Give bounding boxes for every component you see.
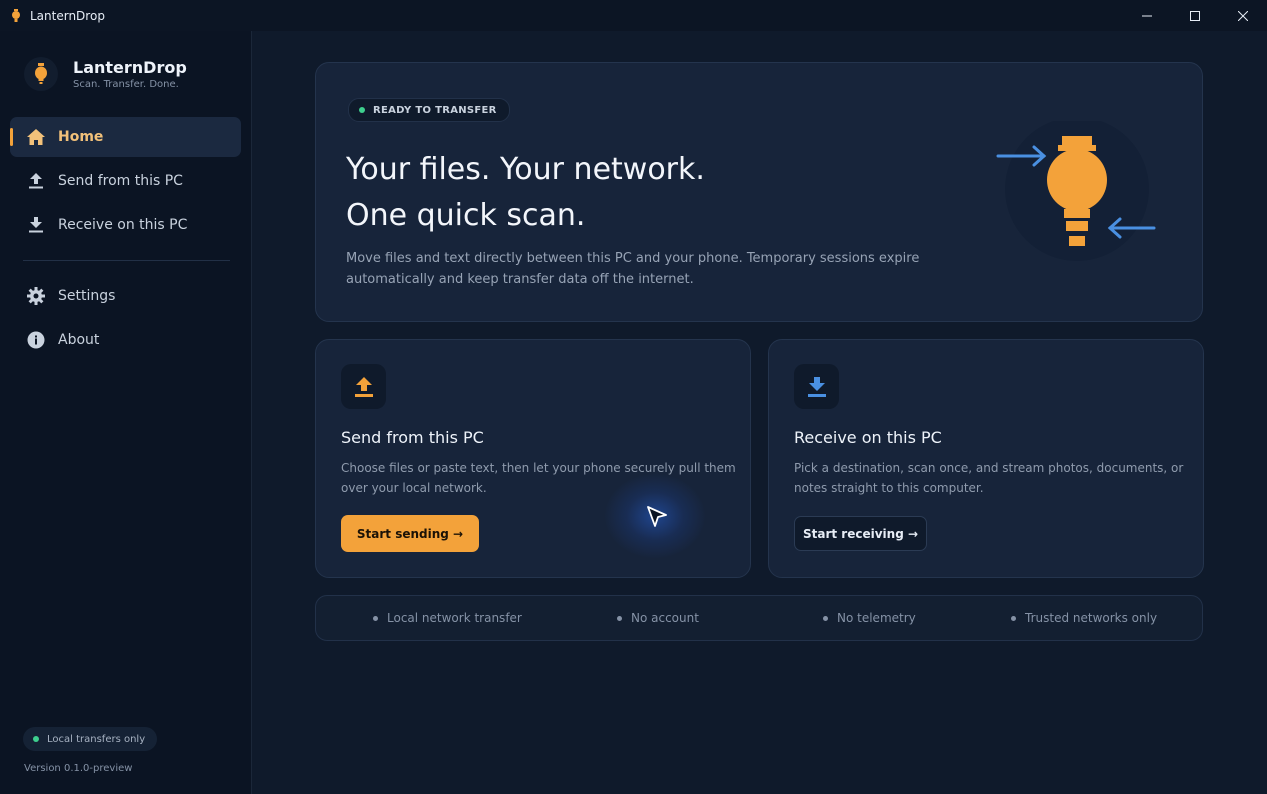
brand-tagline: Scan. Transfer. Done. <box>73 78 179 90</box>
nav-item-receive[interactable]: Receive on this PC <box>10 205 241 245</box>
receive-card-description: Pick a destination, scan once, and strea… <box>794 461 1184 495</box>
nav-label-send: Send from this PC <box>58 173 183 189</box>
start-receiving-button[interactable]: Start receiving → <box>794 516 927 551</box>
bullet-dot <box>1011 615 1016 621</box>
gear-icon <box>26 286 46 306</box>
bullet-dot <box>617 615 622 621</box>
feature-item: Trusted networks only <box>1011 596 1157 640</box>
start-sending-button[interactable]: Start sending → <box>341 515 479 552</box>
window-title: LanternDrop <box>30 8 105 23</box>
lantern-transfer-illustration <box>996 121 1156 261</box>
secondary-nav: Settings About <box>10 276 241 364</box>
download-icon <box>26 215 46 235</box>
maximize-button[interactable] <box>1171 0 1219 31</box>
feature-item: Local network transfer <box>373 596 522 640</box>
nav-label-about: About <box>58 332 100 348</box>
lantern-logo-icon <box>24 57 58 91</box>
nav-item-about[interactable]: About <box>10 320 241 360</box>
upload-icon <box>341 364 386 409</box>
feature-item: No account <box>617 596 699 640</box>
maximize-icon <box>1190 10 1200 21</box>
download-icon <box>794 364 839 409</box>
nav-divider <box>23 260 230 261</box>
brand-name: LanternDrop <box>73 57 187 77</box>
receive-card: Receive on this PC Pick a destination, s… <box>768 339 1204 578</box>
hero-title: Your files. Your network. One quick scan… <box>346 147 906 239</box>
window-controls <box>1123 0 1267 31</box>
upload-icon <box>26 171 46 191</box>
close-icon <box>1238 10 1248 21</box>
nav-label-receive: Receive on this PC <box>58 217 188 233</box>
hero-panel: READY TO TRANSFER Your files. Your netwo… <box>315 62 1203 322</box>
main-nav: Home Send from this PC Receive on this P… <box>10 117 241 249</box>
features-strip: Local network transfer No account No tel… <box>315 595 1203 641</box>
feature-local-network: Local network transfer <box>387 611 522 625</box>
nav-item-send[interactable]: Send from this PC <box>10 161 241 201</box>
minimize-button[interactable] <box>1123 0 1171 31</box>
brand: LanternDrop Scan. Transfer. Done. <box>24 57 187 91</box>
status-dot <box>33 736 39 742</box>
feature-no-account: No account <box>631 611 699 625</box>
ready-dot <box>359 107 365 113</box>
lantern-app-icon <box>9 9 23 23</box>
sidebar: LanternDrop Scan. Transfer. Done. Home S… <box>0 31 252 794</box>
ready-status-badge: READY TO TRANSFER <box>348 98 510 122</box>
hero-title-line2: One quick scan. <box>346 198 586 233</box>
hero-description: Move files and text directly between thi… <box>346 251 920 287</box>
receive-card-title: Receive on this PC <box>794 428 942 447</box>
nav-label-home: Home <box>58 129 104 145</box>
feature-trusted-networks: Trusted networks only <box>1025 611 1158 625</box>
feature-item: No telemetry <box>823 596 916 640</box>
feature-no-telemetry: No telemetry <box>837 611 916 625</box>
ready-status-label: READY TO TRANSFER <box>373 104 497 116</box>
version-label: Version 0.1.0-preview <box>24 763 133 774</box>
bullet-dot <box>823 615 828 621</box>
mouse-pointer-icon <box>647 506 667 527</box>
bullet-dot <box>373 615 378 621</box>
minimize-icon <box>1142 15 1152 16</box>
home-icon <box>26 127 46 147</box>
nav-item-settings[interactable]: Settings <box>10 276 241 316</box>
send-card-title: Send from this PC <box>341 428 484 447</box>
close-button[interactable] <box>1219 0 1267 31</box>
nav-item-home[interactable]: Home <box>10 117 241 157</box>
local-transfers-label: Local transfers only <box>47 733 146 745</box>
local-transfers-status: Local transfers only <box>23 727 158 751</box>
info-icon <box>26 330 46 350</box>
nav-label-settings: Settings <box>58 288 116 304</box>
hero-title-line1: Your files. Your network. <box>346 152 705 187</box>
title-bar: LanternDrop <box>0 0 1267 31</box>
